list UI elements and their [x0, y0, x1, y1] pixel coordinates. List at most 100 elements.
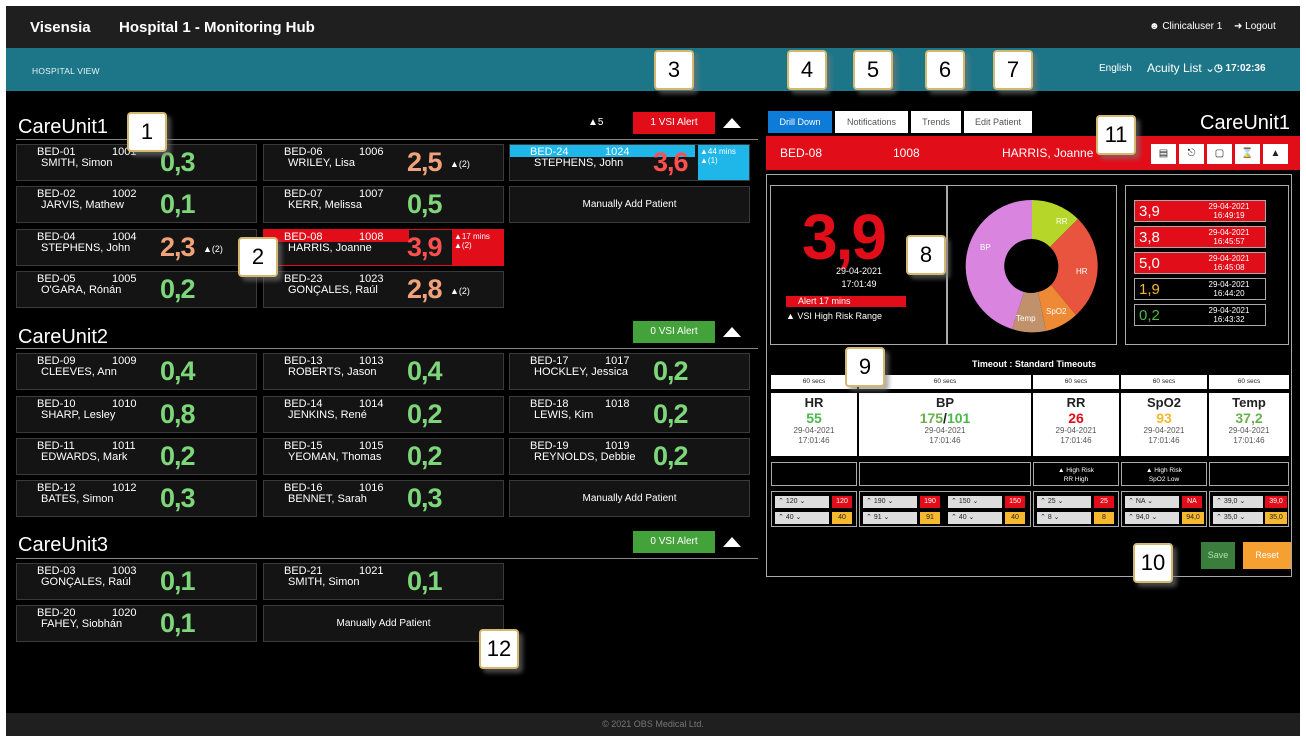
- vsi-alert-button[interactable]: 0 VSI Alert: [633, 321, 715, 343]
- warning-badge: ▲(2): [450, 159, 470, 169]
- vital-bp: BP 175/101 29-04-2021 17:01:46: [859, 393, 1031, 456]
- patient-card[interactable]: BED-21 1021 SMITH, Simon 0,1: [263, 563, 504, 600]
- warning-badge: ▲(2): [450, 286, 470, 296]
- language-selector[interactable]: English: [1099, 63, 1132, 74]
- threshold-temp: ⌃ 39,0 ⌄ 39,0 ⌃ 35,0 ⌄ 35,0: [1209, 491, 1289, 527]
- warning-cell-rr: ▲ High Risk RR High: [1033, 462, 1119, 486]
- spo2-upper-select[interactable]: ⌃ NA ⌄: [1125, 496, 1179, 508]
- spo2-lower-value: 94,0: [1182, 512, 1204, 524]
- donut-label-rr: RR: [1056, 217, 1068, 226]
- rr-lower-select[interactable]: ⌃ 8 ⌄: [1037, 512, 1091, 524]
- bp-dia-lower-select[interactable]: ⌃ 40 ⌄: [948, 512, 1002, 524]
- bp-sys-lower-select[interactable]: ⌃ 91 ⌄: [863, 512, 917, 524]
- callout-2: 2: [238, 237, 278, 277]
- patient-card-selected[interactable]: BED-08 1008 HARRIS, Joanne 3,9 ▲17 mins ▲(2): [263, 229, 504, 266]
- warning-icon: ▲: [450, 286, 459, 296]
- vsi-alert-button[interactable]: 1 VSI Alert: [633, 112, 715, 134]
- patient-card[interactable]: BED-14 1014 JENKINS, René 0,2: [263, 396, 504, 433]
- threshold-spo2: ⌃ NA ⌄ NA ⌃ 94,0 ⌄ 94,0: [1121, 491, 1207, 527]
- patient-card[interactable]: BED-20 1020 FAHEY, Siobhán 0,1: [16, 605, 257, 642]
- warning-icon: ▲: [1145, 467, 1155, 474]
- reset-button[interactable]: Reset: [1243, 542, 1291, 569]
- top-bar: Visensia Hospital 1 - Monitoring Hub ☻ C…: [6, 6, 1300, 48]
- alert-timer: ▲44 mins ▲(1): [698, 145, 749, 180]
- bell-icon: ▲: [454, 232, 462, 241]
- logout-link[interactable]: ➜ Logout: [1234, 21, 1276, 32]
- spo2-upper-value: NA: [1182, 496, 1202, 508]
- temp-lower-select[interactable]: ⌃ 35,0 ⌄: [1213, 512, 1263, 524]
- bp-dia-upper-value: 150: [1005, 496, 1025, 508]
- divider: [16, 348, 758, 349]
- warning-icon: ▲: [1057, 467, 1067, 474]
- hospital-view-link[interactable]: HOSPITAL VIEW: [32, 66, 100, 76]
- warning-cell-bp: [859, 462, 1031, 486]
- sub-bar: HOSPITAL VIEW English Acuity List ⌄ ◷ 17…: [6, 48, 1300, 91]
- collapse-icon[interactable]: [723, 118, 741, 128]
- patient-card[interactable]: BED-15 1015 YEOMAN, Thomas 0,2: [263, 438, 504, 475]
- warning-cell-spo2: ▲ High Risk SpO2 Low: [1121, 462, 1207, 486]
- patient-card[interactable]: BED-07 1007 KERR, Melissa 0,5: [263, 186, 504, 223]
- patient-card[interactable]: BED-12 1012 BATES, Simon 0,3: [16, 480, 257, 517]
- patient-card[interactable]: BED-24 1024 STEPHENS, John 3,6 ▲44 mins ▲(1): [509, 144, 750, 181]
- threshold-bp: ⌃ 190 ⌄ 190 ⌃ 150 ⌄ 150 ⌃ 91 ⌄ 91 ⌃ 40 ⌄…: [859, 491, 1031, 527]
- donut-label-temp: Temp: [1016, 314, 1036, 323]
- hr-lower-value: 40: [832, 512, 852, 524]
- rr-upper-select[interactable]: ⌃ 25 ⌄: [1037, 496, 1091, 508]
- callout-6: 6: [925, 50, 965, 90]
- page-title: Hospital 1 - Monitoring Hub: [119, 19, 315, 36]
- unit-title: CareUnit2: [18, 326, 109, 348]
- callout-3: 3: [654, 50, 694, 90]
- rr-lower-value: 8: [1094, 512, 1114, 524]
- patient-card[interactable]: BED-17 1017 HOCKLEY, Jessica 0,2: [509, 353, 750, 390]
- patient-card[interactable]: BED-13 1013 ROBERTS, Jason 0,4: [263, 353, 504, 390]
- save-button[interactable]: Save: [1201, 542, 1235, 569]
- tab-notifications[interactable]: Notifications: [835, 111, 908, 133]
- tab-trends[interactable]: Trends: [911, 111, 961, 133]
- collapse-icon[interactable]: [723, 327, 741, 337]
- history-row: 1,9 29-04-2021 16:44:20: [1134, 278, 1266, 300]
- bp-dia-lower-value: 40: [1005, 512, 1025, 524]
- bell-icon[interactable]: ▲: [1263, 144, 1288, 164]
- vital-spo2: SpO2 93 29-04-2021 17:01:46: [1121, 393, 1207, 456]
- logout-icon: ➜: [1234, 21, 1246, 32]
- trash-icon[interactable]: ▢: [1207, 144, 1232, 164]
- patient-card[interactable]: BED-18 1018 LEWIS, Kim 0,2: [509, 396, 750, 433]
- patient-card[interactable]: BED-10 1010 SHARP, Lesley 0,8: [16, 396, 257, 433]
- unit-title: CareUnit3: [18, 534, 109, 556]
- vsi-alert-button[interactable]: 0 VSI Alert: [633, 531, 715, 553]
- hourglass-icon[interactable]: ⌛: [1235, 144, 1260, 164]
- patient-card[interactable]: BED-09 1009 CLEEVES, Ann 0,4: [16, 353, 257, 390]
- tab-edit-patient[interactable]: Edit Patient: [964, 111, 1032, 133]
- manually-add-patient-button[interactable]: Manually Add Patient: [509, 186, 750, 223]
- vsi-contribution-donut: RR HR SpO2 Temp BP: [965, 199, 1098, 333]
- hr-lower-select[interactable]: ⌃ 40 ⌄: [775, 512, 829, 524]
- bp-dia-upper-select[interactable]: ⌃ 150 ⌄: [948, 496, 1002, 508]
- donut-label-hr: HR: [1076, 267, 1088, 276]
- bp-sys-upper-select[interactable]: ⌃ 190 ⌄: [863, 496, 917, 508]
- manually-add-patient-button[interactable]: Manually Add Patient: [263, 605, 504, 642]
- threshold-hr: ⌃ 120 ⌄ 120 ⌃ 40 ⌄ 40: [771, 491, 857, 527]
- patient-card[interactable]: BED-11 1011 EDWARDS, Mark 0,2: [16, 438, 257, 475]
- patient-card[interactable]: BED-05 1005 O'GARA, Rónán 0,2: [16, 271, 257, 308]
- patient-card[interactable]: BED-03 1003 GONÇALES, Raúl 0,1: [16, 563, 257, 600]
- warning-icon: ▲: [588, 117, 598, 128]
- patient-card[interactable]: BED-04 1004 STEPHENS, John 2,3 ▲(2): [16, 229, 257, 266]
- spo2-lower-select[interactable]: ⌃ 94,0 ⌄: [1125, 512, 1179, 524]
- history-row: 3,8 29-04-2021 16:45:57: [1134, 226, 1266, 248]
- user-menu[interactable]: ☻ Clinicaluser 1: [1149, 21, 1222, 32]
- bed-icon[interactable]: ▤: [1151, 144, 1176, 164]
- patient-card[interactable]: BED-19 1019 REYNOLDS, Debbie 0,2: [509, 438, 750, 475]
- tab-drill-down[interactable]: Drill Down: [768, 111, 832, 133]
- temp-upper-select[interactable]: ⌃ 39,0 ⌄: [1213, 496, 1263, 508]
- patient-card[interactable]: BED-23 1023 GONÇALES, Raúl 2,8 ▲(2): [263, 271, 504, 308]
- acuity-list-dropdown[interactable]: Acuity List ⌄: [1147, 61, 1215, 75]
- patient-card[interactable]: BED-06 1006 WRILEY, Lisa 2,5 ▲(2): [263, 144, 504, 181]
- hr-upper-select[interactable]: ⌃ 120 ⌄: [775, 496, 829, 508]
- warning-cell-hr: [771, 462, 857, 486]
- patient-card[interactable]: BED-16 1016 BENNET, Sarah 0,3: [263, 480, 504, 517]
- collapse-icon[interactable]: [723, 537, 741, 547]
- manually-add-patient-button[interactable]: Manually Add Patient: [509, 480, 750, 517]
- patient-card[interactable]: BED-02 1002 JARVIS, Mathew 0,1: [16, 186, 257, 223]
- timeout-rr: 60 secs: [1033, 375, 1119, 389]
- discharge-icon[interactable]: ⎋: [1179, 144, 1204, 164]
